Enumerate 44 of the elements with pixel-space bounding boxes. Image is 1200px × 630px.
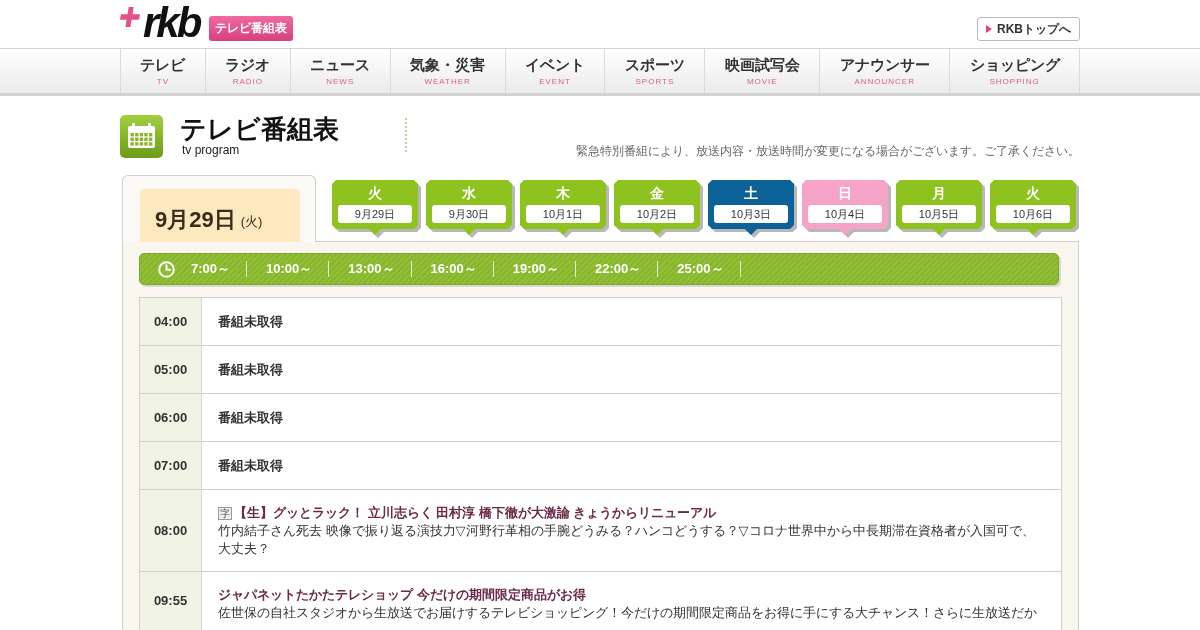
day-tab[interactable]: 火 9月29日 [332, 180, 418, 235]
nav-link[interactable]: ショッピング SHOPPING [949, 49, 1080, 93]
nav-link[interactable]: アナウンサー ANNOUNCER [819, 49, 950, 93]
time-cell: 09:55 [140, 572, 202, 630]
page-title: テレビ番組表 [180, 115, 339, 143]
time-cell: 07:00 [140, 442, 202, 489]
nav-link[interactable]: 映画試写会 MOVIE [704, 49, 820, 93]
notice-text: 緊急特別番組により、放送内容・放送時間が変更になる場合がございます。ご了承ください。 [576, 144, 1080, 158]
time-cell: 04:00 [140, 298, 202, 345]
clock-icon [158, 260, 175, 278]
day-tab[interactable]: 土 10月3日 [708, 180, 794, 235]
nav-link[interactable]: 気象・災害 WEATHER [389, 49, 505, 93]
program-title[interactable]: ジャパネットたかたテレショップ 今だけの期間限定商品がお得 [218, 586, 586, 604]
day-tab[interactable]: 金 10月2日 [614, 180, 700, 235]
program-title[interactable]: 【生】グッとラック！ 立川志らく 田村淳 橋下徹が大激論 きょうからリニューアル [234, 504, 717, 522]
status-text: 番組未取得 [218, 361, 284, 378]
day-tab[interactable]: 日 10月4日 [802, 180, 888, 235]
nav-link[interactable]: スポーツ SPORTS [604, 49, 705, 93]
calendar-icon [120, 115, 163, 158]
time-cell: 08:00 [140, 490, 202, 571]
triangle-icon [986, 25, 992, 33]
weekday-text: (火) [240, 213, 263, 232]
nav-link[interactable]: テレビ TV [120, 49, 205, 93]
day-tab[interactable]: 木 10月1日 [520, 180, 606, 235]
caption-mark: 字 [218, 506, 232, 520]
nav-link[interactable]: イベント EVENT [504, 49, 605, 93]
nav-link[interactable]: ニュース NEWS [289, 49, 390, 93]
day-tab[interactable]: 火 10月6日 [990, 180, 1076, 235]
time-cell: 06:00 [140, 394, 202, 441]
section-tag: テレビ番組表 [209, 16, 294, 41]
time-cell: 05:00 [140, 346, 202, 393]
program-description: 佐世保の自社スタジオから生放送でお届けするテレビショッピング！今だけの期間限定商品をお得に手にする大チャンス！さらに生放送だか [218, 604, 1038, 622]
day-tab[interactable]: 月 10月5日 [896, 180, 982, 235]
status-text: 番組未取得 [218, 457, 284, 474]
nav-link[interactable]: ラジオ RADIO [204, 49, 290, 93]
day-tab[interactable]: 水 9月30日 [426, 180, 512, 235]
page-subtitle: tv program [182, 143, 241, 157]
plus-icon [120, 7, 140, 27]
status-text: 番組未取得 [218, 409, 284, 426]
status-text: 番組未取得 [218, 313, 284, 330]
program-description: 竹内結子さん死去 映像で振り返る演技力▽河野行革相の手腕どうみる？ハンコどうする？▽コロナ世界中から中長期滞在資格者が入国可で、大丈夫？ [218, 522, 1036, 558]
logo-text[interactable]: rkb [143, 2, 204, 44]
date-text: 9月29日 [155, 206, 236, 234]
top-page-link[interactable]: RKBトップへ [977, 17, 1080, 41]
